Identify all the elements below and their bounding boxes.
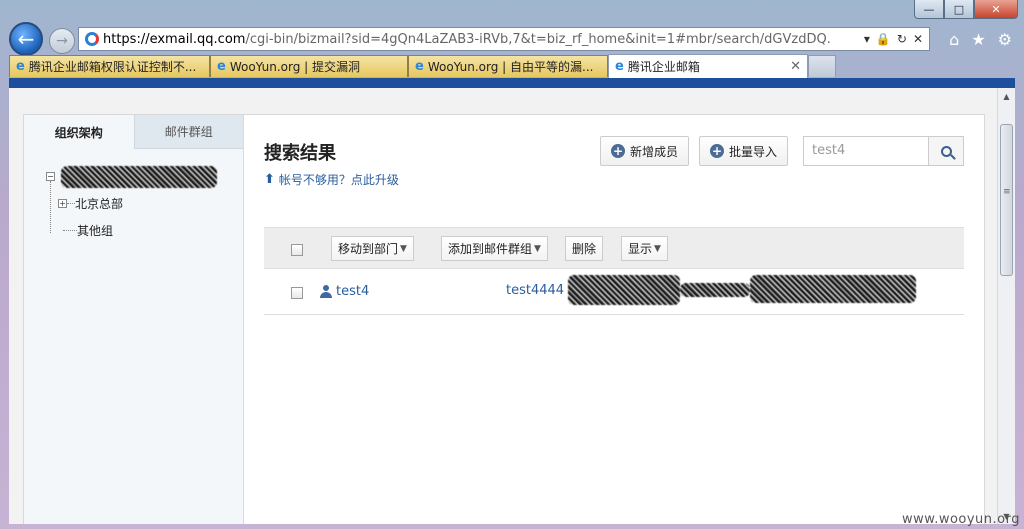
ie-icon: e [16, 59, 25, 74]
navigation-bar: ← → https://exmail.qq.com/cgi-bin/bizmai… [0, 20, 1024, 56]
batch-import-button[interactable]: + 批量导入 [699, 136, 789, 166]
collapse-icon[interactable]: − [46, 172, 55, 181]
select-all-checkbox[interactable] [291, 244, 303, 256]
tab-1[interactable]: e 腾讯企业邮箱权限认证控制不... [9, 55, 210, 77]
address-bar[interactable]: https://exmail.qq.com/cgi-bin/bizmail?si… [78, 27, 930, 51]
favorites-star-icon[interactable]: ★ [971, 30, 985, 49]
url-text[interactable]: https://exmail.qq.com/cgi-bin/bizmail?si… [103, 32, 864, 47]
browser-tools: ⌂ ★ ⚙ [949, 30, 1012, 49]
tree-item-beijing[interactable]: + 北京总部 [24, 190, 243, 217]
home-icon[interactable]: ⌂ [949, 30, 959, 49]
tab-label: WooYun.org | 提交漏洞 [229, 60, 361, 74]
tree-connector [67, 203, 75, 204]
main-content: 搜索结果 ⬆ 帐号不够用？点此升级 + 新增成员 + 批量导入 test4 移动… [244, 115, 984, 524]
forward-button[interactable]: → [49, 28, 75, 54]
redacted-email [680, 283, 750, 297]
tree-root[interactable]: − [24, 163, 243, 190]
delete-label: 删除 [572, 242, 597, 256]
org-tree: − + 北京总部 其他组 [24, 149, 243, 244]
caret-down-icon: ▼ [654, 243, 661, 254]
url-path: /cgi-bin/bizmail?sid=4gQn4LaZAB3-iRVb,7&… [245, 31, 831, 47]
user-email[interactable]: test4444 [506, 283, 564, 298]
tab-close-icon[interactable]: ✕ [780, 59, 801, 74]
tab-4-active[interactable]: e 腾讯企业邮箱 ✕ [608, 54, 808, 78]
arrow-up-icon: ⬆ [264, 172, 275, 187]
lock-icon[interactable]: 🔒 [876, 32, 891, 46]
move-to-dept-label: 移动到部门 [338, 242, 399, 256]
tree-label: 北京总部 [75, 197, 124, 211]
action-toolbar: 移动到部门 ▼ 添加到邮件群组 ▼ 删除 显示 ▼ [264, 227, 964, 269]
tab-mail-groups[interactable]: 邮件群组 [133, 115, 243, 149]
gear-icon[interactable]: ⚙ [998, 30, 1012, 49]
tab-2[interactable]: e WooYun.org | 提交漏洞 [210, 55, 408, 77]
minimize-button[interactable]: — [914, 0, 944, 19]
sidebar-tabs: 组织架构 邮件群组 [24, 115, 243, 149]
new-tab-button[interactable] [808, 55, 836, 77]
upgrade-link[interactable]: ⬆ 帐号不够用？点此升级 [264, 171, 399, 188]
plus-circle-icon: + [710, 144, 724, 158]
tab-label: WooYun.org | 自由平等的漏... [427, 60, 594, 74]
add-to-group-label: 添加到邮件群组 [448, 242, 533, 256]
tree-item-other[interactable]: 其他组 [24, 217, 243, 244]
expand-icon[interactable]: + [58, 199, 67, 208]
site-favicon-icon [85, 32, 99, 46]
caret-down-icon: ▼ [534, 243, 541, 254]
upgrade-link-text: 帐号不够用？点此升级 [278, 173, 399, 187]
add-member-button[interactable]: + 新增成员 [600, 136, 690, 166]
search-icon [940, 145, 952, 157]
content-panel: 组织架构 邮件群组 − + 北京总部 其他组 搜索结果 ⬆ 帐号不够用？点此升级… [23, 114, 985, 524]
display-dropdown[interactable]: 显示 ▼ [621, 236, 668, 261]
page-viewport: 组织架构 邮件群组 − + 北京总部 其他组 搜索结果 ⬆ 帐号不够用？点此升级… [9, 78, 1015, 524]
add-to-group-dropdown[interactable]: 添加到邮件群组 ▼ [441, 236, 548, 261]
address-tools: ▾ 🔒 ↻ ✕ [864, 32, 929, 46]
add-member-label: 新增成员 [630, 144, 679, 159]
tree-connector [63, 230, 77, 231]
url-host: https://exmail.qq.com [103, 31, 246, 47]
plus-circle-icon: + [611, 144, 625, 158]
row-checkbox[interactable] [291, 287, 303, 299]
redacted-email [568, 275, 680, 305]
watermark: www.wooyun.org [901, 512, 1020, 527]
user-name-text: test4 [336, 284, 370, 299]
tree-label: 其他组 [77, 224, 114, 238]
search-button[interactable] [929, 136, 964, 166]
scroll-thumb[interactable] [1000, 124, 1013, 276]
close-window-button[interactable]: ✕ [974, 0, 1018, 19]
tab-strip: e 腾讯企业邮箱权限认证控制不... e WooYun.org | 提交漏洞 e… [9, 54, 836, 78]
maximize-button[interactable]: □ [944, 0, 974, 19]
tab-org-structure[interactable]: 组织架构 [24, 115, 134, 149]
batch-import-label: 批量导入 [729, 144, 778, 159]
ie-icon: e [415, 59, 424, 74]
caret-down-icon: ▼ [400, 243, 407, 254]
redacted-company-name [61, 165, 217, 188]
dropdown-icon[interactable]: ▾ [864, 32, 870, 46]
header-band [9, 78, 1015, 88]
display-label: 显示 [628, 242, 653, 256]
org-sidebar: 组织架构 邮件群组 − + 北京总部 其他组 [24, 115, 244, 524]
page-background: 组织架构 邮件群组 − + 北京总部 其他组 搜索结果 ⬆ 帐号不够用？点此升级… [9, 88, 997, 524]
delete-button[interactable]: 删除 [565, 236, 604, 261]
search-input[interactable]: test4 [803, 136, 929, 166]
window-controls: — □ ✕ [914, 0, 1018, 20]
table-row[interactable]: test4 test4444 [264, 269, 964, 315]
stop-icon[interactable]: ✕ [913, 32, 923, 46]
page-title: 搜索结果 [264, 143, 336, 164]
move-to-dept-dropdown[interactable]: 移动到部门 ▼ [331, 236, 414, 261]
tab-label: 腾讯企业邮箱 [627, 60, 700, 74]
tab-label: 腾讯企业邮箱权限认证控制不... [28, 60, 197, 74]
vertical-scrollbar[interactable]: ▲ ▼ [997, 88, 1015, 524]
ie-icon: e [217, 59, 226, 74]
scroll-up-icon[interactable]: ▲ [998, 88, 1015, 104]
tab-3[interactable]: e WooYun.org | 自由平等的漏... [408, 55, 608, 77]
redacted-email [750, 275, 916, 303]
user-name-link[interactable]: test4 [320, 284, 369, 299]
refresh-icon[interactable]: ↻ [897, 32, 907, 46]
site-favicon-icon: e [615, 59, 624, 74]
back-button[interactable]: ← [9, 22, 43, 56]
user-icon [320, 285, 332, 298]
